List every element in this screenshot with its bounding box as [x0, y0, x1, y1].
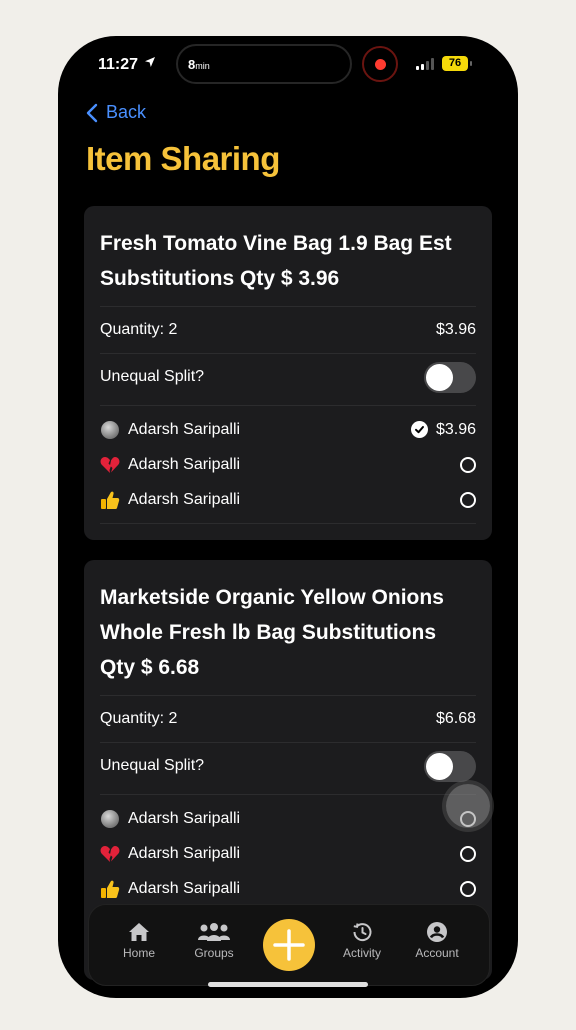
touch-indicator — [446, 784, 490, 828]
back-button[interactable]: Back — [86, 102, 146, 123]
radio-unselected-icon[interactable] — [460, 456, 476, 473]
status-bar: 11:27 8min 76 — [58, 36, 518, 98]
item-title: Fresh Tomato Vine Bag 1.9 Bag Est Substi… — [100, 232, 452, 290]
member-name: Adarsh Saripalli — [128, 490, 241, 508]
unequal-split-toggle[interactable] — [424, 750, 476, 782]
member-row[interactable]: Adarsh Saripalli — [100, 836, 476, 871]
timer-display: 8min — [188, 57, 210, 72]
quantity-label: Quantity: 2 — [100, 321, 178, 338]
radio-unselected-icon[interactable] — [460, 880, 476, 897]
cellular-signal-icon — [416, 58, 436, 70]
member-row[interactable]: Adarsh Saripalli $3.96 — [100, 412, 476, 447]
moon-emoji-icon — [100, 420, 120, 440]
tab-account-label: Account — [415, 946, 459, 960]
account-circle-icon — [427, 922, 447, 942]
quantity-label: Quantity: 2 — [100, 710, 178, 727]
member-name: Adarsh Saripalli — [128, 455, 241, 473]
member-row[interactable]: Adarsh Saripalli — [100, 447, 476, 482]
people-icon — [198, 923, 230, 941]
page-title: Item Sharing — [86, 140, 280, 177]
broken-heart-emoji-icon — [100, 455, 120, 475]
history-clock-icon — [353, 923, 372, 942]
add-button[interactable] — [263, 919, 315, 971]
tab-activity-label: Activity — [342, 946, 381, 960]
status-time: 11:27 — [98, 56, 139, 73]
radio-unselected-icon[interactable] — [460, 491, 476, 508]
radio-unselected-icon[interactable] — [460, 845, 476, 862]
unequal-split-row: Unequal Split? — [100, 353, 476, 400]
member-row[interactable]: Adarsh Saripalli — [100, 801, 476, 836]
member-name: Adarsh Saripalli — [128, 844, 241, 862]
thumbs-up-emoji-icon — [100, 879, 120, 899]
dynamic-island[interactable]: 8min — [176, 44, 352, 84]
battery-level: 76 — [448, 57, 462, 69]
member-name: Adarsh Saripalli — [128, 420, 241, 438]
plus-icon — [273, 929, 305, 961]
tab-home[interactable]: Home — [106, 921, 172, 960]
screen-recording-indicator[interactable] — [362, 46, 398, 82]
house-icon — [129, 923, 149, 941]
battery-icon: 76 — [442, 56, 472, 71]
member-row[interactable]: Adarsh Saripalli — [100, 871, 476, 906]
location-arrow-icon — [145, 57, 155, 67]
moon-emoji-icon — [100, 809, 120, 829]
chevron-left-icon — [86, 103, 98, 122]
unequal-split-label: Unequal Split? — [100, 757, 205, 774]
item-total: $3.96 — [435, 321, 476, 338]
tab-groups[interactable]: Groups — [181, 921, 247, 960]
back-label: Back — [106, 102, 147, 122]
tab-activity[interactable]: Activity — [329, 921, 395, 960]
tab-account[interactable]: Account — [404, 921, 470, 960]
phone-screen: 11:27 8min 76 Back Item Sharing Fresh To… — [58, 36, 518, 998]
broken-heart-emoji-icon — [100, 844, 120, 864]
item-total: $6.68 — [435, 710, 476, 727]
quantity-row: Quantity: 2 $3.96 — [100, 306, 476, 353]
member-amount: $3.96 — [435, 420, 476, 438]
divider — [100, 794, 476, 795]
quantity-row: Quantity: 2 $6.68 — [100, 695, 476, 742]
timer-unit: min — [195, 61, 210, 71]
item-card: Fresh Tomato Vine Bag 1.9 Bag Est Substi… — [84, 206, 492, 540]
member-name: Adarsh Saripalli — [128, 809, 241, 827]
checkmark-circle-icon[interactable] — [410, 421, 428, 438]
unequal-split-label: Unequal Split? — [100, 368, 205, 385]
home-indicator[interactable] — [208, 982, 368, 987]
item-title: Marketside Organic Yellow Onions Whole F… — [100, 586, 444, 679]
member-row[interactable]: Adarsh Saripalli — [100, 482, 476, 517]
thumbs-up-emoji-icon — [100, 490, 120, 510]
divider — [100, 523, 476, 524]
member-name: Adarsh Saripalli — [128, 879, 241, 897]
divider — [100, 405, 476, 406]
tab-groups-label: Groups — [194, 946, 234, 960]
unequal-split-toggle[interactable] — [424, 361, 476, 393]
tab-bar: Home Groups Activity Account — [88, 904, 490, 986]
unequal-split-row: Unequal Split? — [100, 742, 476, 789]
tab-home-label: Home — [122, 946, 155, 960]
